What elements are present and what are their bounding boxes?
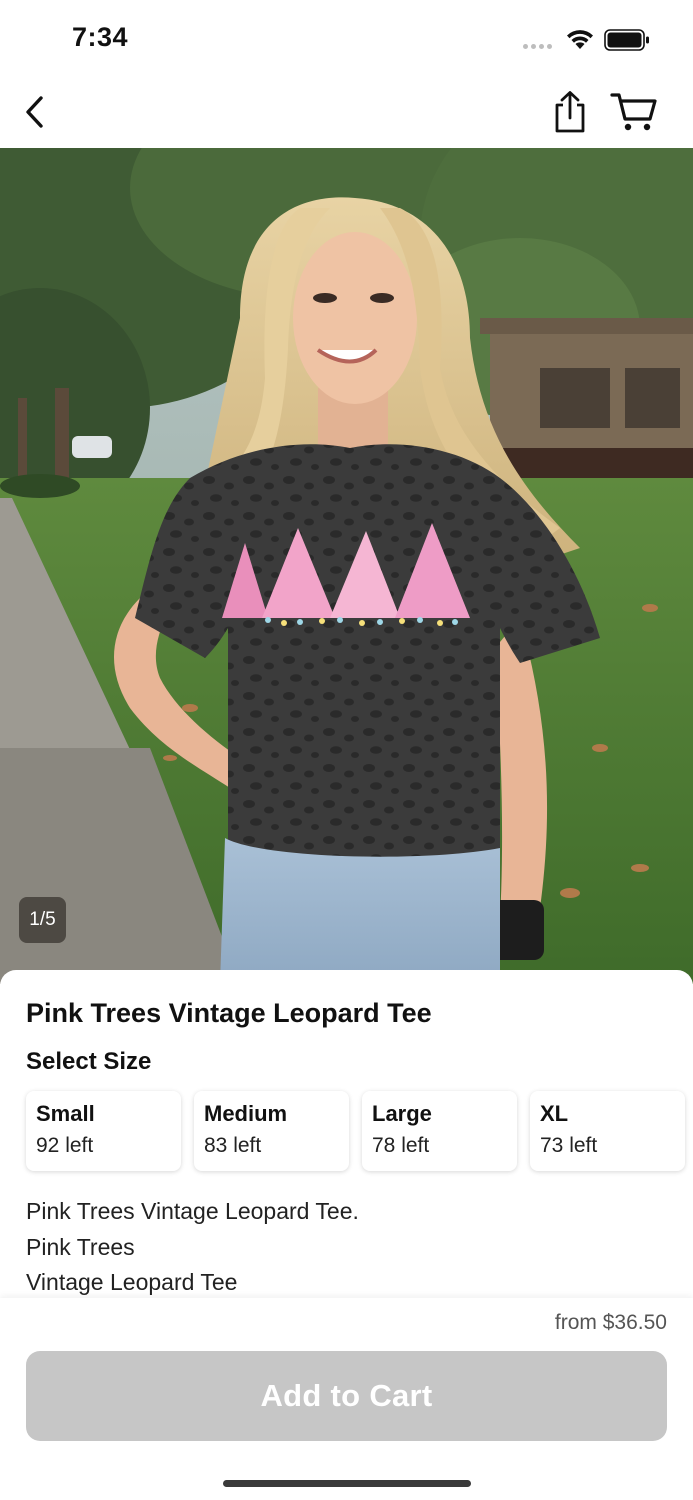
product-image[interactable] [0,148,693,984]
size-stock: 92 left [36,1134,94,1157]
status-time: 7:34 [72,22,129,52]
image-pager-indicator: 1/5 [19,897,66,943]
cart-icon [610,93,657,131]
select-size-heading: Select Size [26,1048,152,1075]
size-option-xl[interactable]: XL 73 left [530,1091,685,1171]
description-line: Vintage Leopard Tee [26,1269,238,1295]
size-stock: 73 left [540,1134,598,1157]
chevron-left-icon [26,96,43,128]
battery-icon [604,29,650,56]
product-description: Pink Trees Vintage Leopard Tee. Pink Tre… [26,1194,359,1301]
cart-button[interactable] [608,90,660,134]
size-option-large[interactable]: Large 78 left [362,1091,517,1171]
home-indicator[interactable] [223,1480,471,1487]
product-title: Pink Trees Vintage Leopard Tee [26,998,432,1028]
back-button[interactable] [14,92,54,132]
size-option-small[interactable]: Small 92 left [26,1091,181,1171]
wifi-icon [565,28,595,55]
nav-bar [0,78,693,148]
size-name: XL [540,1101,569,1126]
product-photo-illustration [0,148,693,984]
price-label: from $36.50 [554,1311,667,1334]
description-line: Pink Trees Vintage Leopard Tee. [26,1198,359,1224]
share-button[interactable] [548,88,592,136]
add-to-cart-button[interactable]: Add to Cart [26,1351,667,1441]
size-options: Small 92 left Medium 83 left Large 78 le… [26,1091,685,1171]
size-option-medium[interactable]: Medium 83 left [194,1091,349,1171]
purchase-bar: from $36.50 Add to Cart [0,1298,693,1500]
size-stock: 78 left [372,1134,430,1157]
status-bar: 7:34 [0,0,693,78]
size-stock: 83 left [204,1134,262,1157]
size-name: Medium [204,1101,288,1126]
signal-icon [523,44,552,49]
size-name: Small [36,1101,95,1126]
description-line: Pink Trees [26,1233,135,1260]
share-icon [555,91,585,133]
size-name: Large [372,1101,432,1126]
